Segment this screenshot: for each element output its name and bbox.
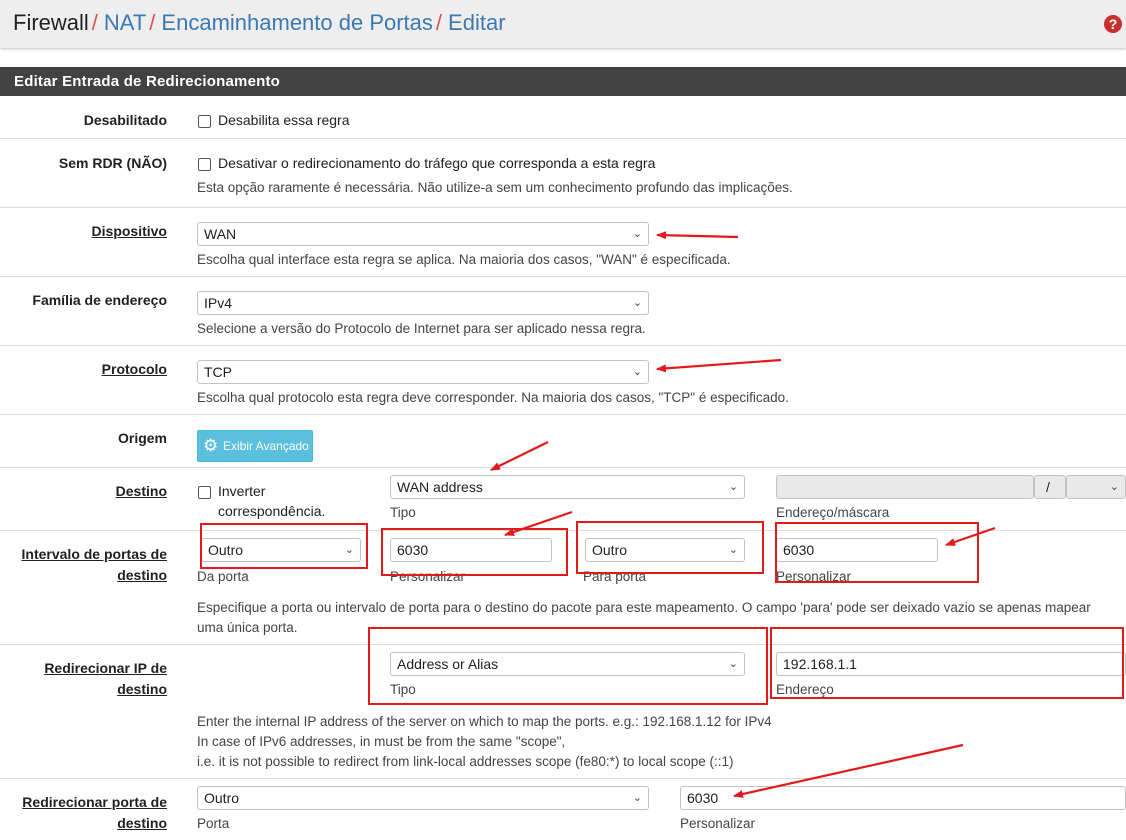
label-interface: Dispositivo [91,223,167,239]
annotation-arrow [490,441,549,471]
label-address-family: Família de endereço [32,292,167,308]
show-advanced-button[interactable]: ⚙ Exibir Avançado [197,430,313,462]
row-divider [0,276,1126,277]
redirect-ip-help-line1: Enter the internal IP address of the ser… [197,714,772,729]
redirect-port-select[interactable]: Outro ⌄ [197,786,649,810]
chevron-down-icon: ⌄ [632,792,642,804]
annotation-box [381,528,568,576]
disabled-checkbox[interactable] [198,115,211,128]
label-source: Origem [117,430,167,446]
protocol-select[interactable]: TCP ⌄ [197,360,649,384]
redirect-port-caption: Porta [197,816,230,831]
row-divider [0,345,1126,346]
annotation-box [200,523,368,569]
chevron-down-icon: ⌄ [632,366,642,378]
breadcrumb-separator: / [91,10,98,35]
gear-icon: ⚙ [203,436,219,455]
breadcrumb-nat[interactable]: NAT [104,10,146,35]
chevron-down-icon: ⌄ [1109,481,1119,493]
address-family-select[interactable]: IPv4 ⌄ [197,291,649,315]
no-rdr-help: Esta opção raramente é necessária. Não u… [197,180,793,195]
label-redirect-port-line2: destino [117,815,167,831]
annotation-arrow [656,231,739,240]
invert-match-label-line2: correspondência. [218,503,326,519]
disabled-checkbox-label: Desabilita essa regra [218,112,350,128]
annotation-box [770,627,1124,699]
label-no-rdr: Sem RDR (NÃO) [58,155,167,171]
invert-match-label-line1: Inverter [218,483,266,499]
interface-select-value: WAN [204,226,237,242]
label-destination: Destino [115,483,167,499]
redirect-ip-help-line2: In case of IPv6 addresses, in must be fr… [197,734,566,749]
chevron-down-icon: ⌄ [632,297,642,309]
annotation-arrow [656,358,782,373]
protocol-help: Escolha qual protocolo esta regra deve c… [197,390,789,405]
panel-title: Editar Entrada de Redirecionamento [0,67,1126,96]
breadcrumb: Firewall / NAT / Encaminhamento de Portas / Ed… [13,10,506,36]
redirect-port-custom-input[interactable]: 6030 [680,786,1126,810]
annotation-box [775,522,979,583]
breadcrumb-port-forward[interactable]: Encaminhamento de Portas [161,10,433,35]
no-rdr-checkbox-label: Desativar o redirecionamento do tráfego … [218,155,656,171]
label-redirect-port-line1: Redirecionar porta de [22,794,167,810]
destination-mask-slash: / [1034,475,1066,499]
invert-match-checkbox[interactable] [198,486,211,499]
label-protocol: Protocolo [101,361,167,377]
row-divider [0,778,1126,779]
chevron-down-icon: ⌄ [632,228,642,240]
no-rdr-checkbox[interactable] [198,158,211,171]
top-bar: Firewall / NAT / Encaminhamento de Portas / Ed… [0,0,1126,48]
label-disabled: Desabilitado [83,112,167,128]
dest-port-from-caption: Da porta [197,569,249,584]
row-divider [0,414,1126,415]
row-divider [0,467,1126,468]
row-divider [0,207,1126,208]
label-redirect-ip-line2: destino [117,681,167,697]
breadcrumb-separator: / [149,10,156,35]
dest-port-help-line2: uma única porta. [197,620,298,635]
breadcrumb-separator: / [435,10,443,35]
interface-help: Escolha qual interface esta regra se apl… [197,252,731,267]
destination-type-select[interactable]: WAN address ⌄ [390,475,745,499]
dest-port-help-line1: Especifique a porta ou intervalo de port… [197,600,1091,615]
label-dest-port-range-line1: Intervalo de portas de [21,546,167,562]
protocol-value: TCP [204,364,232,380]
breadcrumb-edit[interactable]: Editar [448,10,505,35]
destination-type-value: WAN address [397,479,483,495]
interface-select[interactable]: WAN ⌄ [197,222,649,246]
redirect-ip-help-line3: i.e. it is not possible to redirect from… [197,754,734,769]
redirect-port-custom-caption: Personalizar [680,816,756,831]
destination-address-input[interactable] [776,475,1034,499]
annotation-box [576,521,764,574]
annotation-box [368,627,768,705]
label-redirect-ip-line1: Redirecionar IP de [44,660,167,676]
chevron-down-icon: ⌄ [728,481,738,493]
destination-mask-select[interactable]: ⌄ [1066,475,1126,499]
destination-type-caption: Tipo [390,505,416,520]
row-divider [0,138,1126,139]
help-icon[interactable]: ? [1104,15,1122,33]
label-dest-port-range-line2: destino [117,567,167,583]
address-family-help: Selecione a versão do Protocolo de Inter… [197,321,646,336]
breadcrumb-firewall[interactable]: Firewall [13,10,89,35]
redirect-port-value: Outro [204,790,240,806]
destination-address-caption: Endereço/máscara [776,505,890,520]
show-advanced-label: Exibir Avançado [223,439,309,453]
address-family-value: IPv4 [204,295,233,311]
